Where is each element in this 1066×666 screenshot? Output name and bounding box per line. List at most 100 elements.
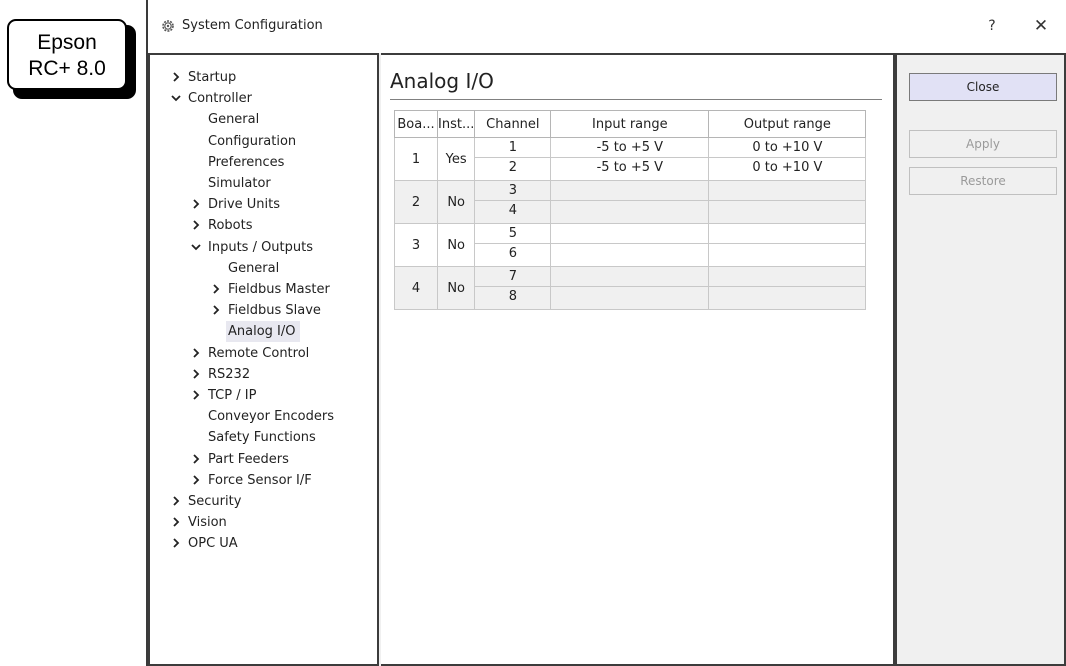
- tree-item-drive-units[interactable]: Drive Units: [150, 194, 375, 215]
- chevron-right-icon[interactable]: [190, 449, 202, 470]
- output-cell[interactable]: [709, 224, 866, 244]
- apply-button[interactable]: Apply: [909, 130, 1057, 158]
- badge-line-1: Epson: [37, 31, 97, 54]
- tree-item-fieldbus-master[interactable]: Fieldbus Master: [150, 279, 375, 300]
- channel-cell[interactable]: 8: [475, 287, 550, 307]
- chevron-down-icon[interactable]: [170, 88, 182, 109]
- chevron-right-icon[interactable]: [170, 491, 182, 512]
- tree-item-label: General: [228, 260, 280, 276]
- channel-cell[interactable]: 7: [475, 267, 551, 287]
- chevron-right-icon[interactable]: [210, 279, 222, 300]
- tree-item-inputs-outputs[interactable]: Inputs / Outputs: [150, 237, 375, 258]
- title-divider-highlight: [390, 100, 882, 101]
- button-panel: Close Apply Restore: [895, 53, 1066, 666]
- input-cell[interactable]: [551, 224, 709, 244]
- window-title: System Configuration: [182, 18, 323, 33]
- channel-cell[interactable]: 2: [475, 158, 550, 178]
- gear-icon: [162, 20, 174, 32]
- input-cell-group: -5 to +5 V -5 to +5 V: [550, 137, 710, 181]
- board-cell: 2: [394, 180, 438, 224]
- restore-button[interactable]: Restore: [909, 167, 1057, 195]
- output-cell[interactable]: 0 to +10 V: [709, 158, 865, 178]
- output-cell[interactable]: [709, 287, 865, 307]
- tree-item-tcp-ip[interactable]: TCP / IP: [150, 385, 375, 406]
- column-header-input-range[interactable]: Input range: [550, 110, 710, 138]
- channel-cell[interactable]: 6: [475, 244, 550, 264]
- input-cell[interactable]: -5 to +5 V: [551, 138, 709, 158]
- chevron-right-icon[interactable]: [170, 512, 182, 533]
- tree-item-force-sensor-i-f[interactable]: Force Sensor I/F: [150, 470, 375, 491]
- tree-item-label: Force Sensor I/F: [208, 472, 312, 488]
- channel-cell[interactable]: 4: [475, 201, 550, 221]
- tree-item-security[interactable]: Security: [150, 491, 375, 512]
- tree-item-label: Analog I/O: [226, 321, 300, 343]
- table-row[interactable]: 2 No 3 4: [394, 180, 867, 224]
- chevron-right-icon[interactable]: [190, 470, 202, 491]
- chevron-right-icon[interactable]: [190, 343, 202, 364]
- input-cell[interactable]: [551, 181, 709, 201]
- column-header-installed[interactable]: Inst...: [436, 110, 476, 138]
- tree-item-conveyor-encoders[interactable]: Conveyor Encoders: [150, 406, 375, 427]
- help-button[interactable]: ?: [980, 14, 1004, 38]
- tree-item-controller[interactable]: Controller: [150, 88, 375, 109]
- output-cell[interactable]: [709, 201, 865, 221]
- table-row[interactable]: 1 Yes 1 2 -5 to +5 V -5 to +5 V0 to +10 V0 to…: [394, 137, 867, 181]
- tree-item-analog-i-o[interactable]: Analog I/O: [150, 321, 375, 343]
- column-header-board[interactable]: Boa...: [394, 110, 438, 138]
- tree-item-simulator[interactable]: Simulator: [150, 173, 375, 194]
- tree-item-label: TCP / IP: [208, 388, 257, 403]
- channel-cell[interactable]: 1: [475, 138, 551, 158]
- input-cell[interactable]: [551, 287, 708, 307]
- tree-item-configuration[interactable]: Configuration: [150, 131, 375, 152]
- tree-item-label: Preferences: [208, 154, 285, 170]
- board-cell: 4: [394, 266, 438, 310]
- tree-item-opc-ua[interactable]: OPC UA: [150, 533, 375, 554]
- title-bar: System Configuration ? ✕: [148, 0, 1066, 53]
- column-header-channel[interactable]: Channel: [474, 110, 552, 138]
- chevron-down-icon[interactable]: [190, 237, 202, 258]
- tree-item-label: Conveyor Encoders: [208, 409, 335, 425]
- tree-item-label: Controller: [188, 91, 252, 107]
- channel-cell[interactable]: 5: [475, 224, 551, 244]
- column-header-output-range[interactable]: Output range: [708, 110, 867, 138]
- tree-item-preferences[interactable]: Preferences: [150, 152, 375, 173]
- tree-item-remote-control[interactable]: Remote Control: [150, 343, 375, 364]
- tree-item-robots[interactable]: Robots: [150, 215, 375, 236]
- close-button[interactable]: Close: [909, 73, 1057, 101]
- chevron-right-icon[interactable]: [170, 533, 182, 554]
- tree-item-label: Security: [188, 494, 242, 509]
- tree-item-safety-functions[interactable]: Safety Functions: [150, 427, 375, 448]
- table-row[interactable]: 3 No 5 6: [394, 223, 867, 267]
- tree-item-general[interactable]: General: [150, 258, 375, 279]
- tree-item-part-feeders[interactable]: Part Feeders: [150, 449, 375, 470]
- chevron-right-icon[interactable]: [210, 300, 222, 321]
- input-cell[interactable]: -5 to +5 V: [551, 158, 708, 178]
- input-cell[interactable]: [551, 201, 708, 221]
- tree-item-label: Safety Functions: [208, 430, 316, 446]
- channel-cell[interactable]: 3: [475, 181, 551, 201]
- chevron-right-icon[interactable]: [190, 364, 202, 385]
- output-cell[interactable]: [709, 181, 866, 201]
- tree-item-label: Startup: [188, 70, 237, 85]
- settings-tree: Startup Controller General Configuration Pre…: [148, 53, 379, 666]
- window-close-button[interactable]: ✕: [1028, 14, 1054, 38]
- output-cell[interactable]: [709, 244, 865, 264]
- tree-item-label: Fieldbus Slave: [228, 303, 321, 319]
- tree-item-rs232[interactable]: RS232: [150, 364, 375, 385]
- tree-item-label: Robots: [208, 218, 253, 234]
- tree-item-startup[interactable]: Startup: [150, 67, 375, 88]
- input-cell[interactable]: [551, 244, 708, 264]
- output-cell[interactable]: [709, 267, 866, 287]
- tree-item-vision[interactable]: Vision: [150, 512, 375, 533]
- input-cell-group: [550, 180, 710, 224]
- output-cell[interactable]: 0 to +10 V: [709, 138, 866, 158]
- chevron-right-icon[interactable]: [190, 194, 202, 215]
- tree-item-fieldbus-slave[interactable]: Fieldbus Slave: [150, 300, 375, 321]
- table-row[interactable]: 4 No 7 8: [394, 266, 867, 310]
- input-cell[interactable]: [551, 267, 709, 287]
- chevron-right-icon[interactable]: [170, 67, 182, 88]
- input-cell-group: [550, 266, 710, 310]
- tree-item-general[interactable]: General: [150, 109, 375, 130]
- chevron-right-icon[interactable]: [190, 215, 202, 236]
- chevron-right-icon[interactable]: [190, 385, 202, 406]
